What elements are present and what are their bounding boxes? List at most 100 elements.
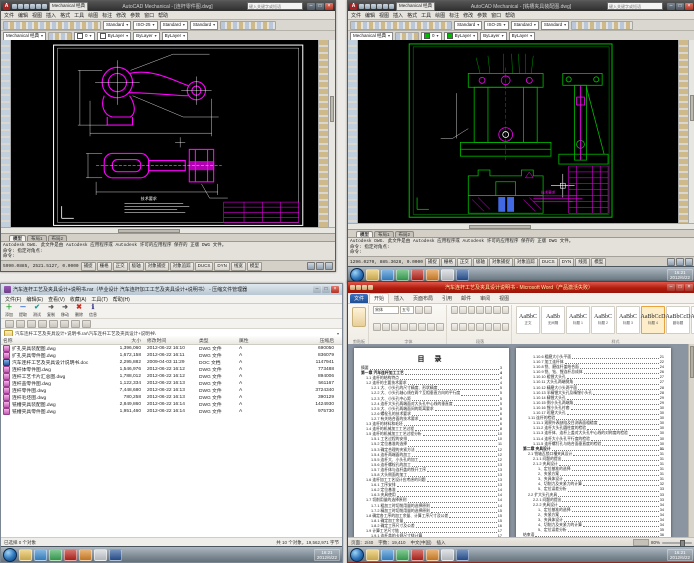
taskbar-icon-notepad[interactable] (94, 548, 107, 561)
taskbar-icon-notepad[interactable] (441, 548, 454, 561)
style-chip-标题 1[interactable]: AaBbC 标题 1 (566, 306, 590, 334)
minimize-button[interactable]: – (667, 2, 675, 10)
archive-toolbar[interactable]: ＋添加 －提取 ✔ 测试 ➜ 复制 ➜ 移动 ✖ 删除 ℹ 信息 (1, 304, 342, 319)
text-style-dropdown[interactable]: Standard ▾ (454, 20, 483, 30)
cad-left-canvas[interactable]: 技术要求 (11, 40, 318, 228)
table-row[interactable]: 扩孔夹具零件图.dwg 1,672,158 2012-06-22 16:11 DWG … (1, 352, 342, 359)
align-right-icon[interactable] (467, 322, 476, 331)
taskbar-icon-archive[interactable] (426, 268, 439, 281)
shading-icon[interactable] (493, 322, 501, 331)
list-item[interactable]: 捕捉 (80, 261, 96, 271)
infocenter-search-input[interactable] (247, 2, 303, 10)
list-item[interactable]: 格式 (60, 12, 70, 19)
order-toolbar-icons[interactable] (571, 20, 634, 30)
order-toolbar-icons[interactable] (220, 20, 277, 30)
mode-buttons[interactable]: 捕捉 栅格 正交 极轴 对象捕捉 对象追踪 DUCS DYN 线宽 模型 (80, 261, 262, 271)
list-item[interactable]: 参数 (130, 12, 140, 19)
tab-开始[interactable]: 开始 (369, 293, 390, 303)
cad-right-toolbar-standard[interactable]: Standard ▾ ISO-25 ▾ Standard ▾ Standard ▾ (348, 20, 694, 31)
window-controls[interactable]: – □ × (313, 286, 339, 293)
subscript-icon[interactable] (409, 322, 417, 331)
list-item[interactable]: 修改 (463, 12, 473, 19)
list-item[interactable]: 对象追踪 (169, 261, 194, 271)
taskbar-icon-acrobat[interactable] (64, 548, 77, 561)
standard-toolbar-icons[interactable] (3, 20, 101, 30)
font-color-icon[interactable] (436, 322, 444, 331)
highlight-icon[interactable] (427, 322, 435, 331)
table-row[interactable]: 连杆盖零件图.dwg 1,122,334 2012-06-22 16:13 DWG 文… (1, 380, 342, 387)
taskbar-icon-acrobat[interactable] (411, 548, 424, 561)
list-item[interactable]: 视图 (379, 12, 389, 19)
table-row[interactable]: 扩孔夹具装配图.dwg 1,396,060 2012-06-22 16:10 DWG … (1, 345, 342, 352)
list-item[interactable]: 插入 (46, 12, 56, 19)
list-item[interactable]: 工具(T) (91, 296, 107, 303)
mleader-style-dropdown[interactable]: Standard ▾ (189, 20, 219, 30)
close-button[interactable]: × (685, 284, 693, 291)
taskbar-icon-ie[interactable] (34, 548, 47, 561)
taskbar-icon-word[interactable] (456, 268, 469, 281)
decrease-indent-icon[interactable] (476, 306, 484, 314)
style-chip-标题 2[interactable]: AaBbC 标题 2 (591, 306, 615, 334)
archive-menubar[interactable]: 文件(F) 编辑(E) 查看(V) 收藏(A) 工具(T) 帮助(H) (1, 295, 342, 304)
autocad-logo-icon[interactable]: A (350, 2, 357, 10)
insert-mode[interactable]: 插入 (437, 540, 446, 546)
taskbar[interactable]: 16:21 2012/6/22 (348, 546, 694, 562)
bold-icon[interactable] (373, 322, 381, 331)
toolbar-button-移动[interactable]: ➜ 移动 (61, 304, 69, 318)
document-page-left[interactable]: 目 录 摘要 3 第一章 汽车连杆加工工艺 4 1.1 连杆的结构特点 4 1.2 连杆的主… (354, 348, 509, 538)
table-style-dropdown[interactable]: Standard ▾ (510, 20, 539, 30)
toolbar-button-复制[interactable]: ➜ 复制 (47, 304, 55, 318)
cad-right-titlebar[interactable]: A Mechanical 经典 AutoCAD Mechanical - [铣槽… (348, 1, 694, 11)
ribbon-tab-bar[interactable]: 文件 开始 插入 页面布局 引用 邮件 审阅 视图 (348, 293, 694, 304)
close-button[interactable]: × (331, 286, 339, 293)
list-item[interactable]: 文件(F) (5, 296, 21, 303)
taskbar-icon-archive[interactable] (79, 548, 92, 561)
taskbar-icon-explorer[interactable] (366, 548, 379, 561)
minimize-button[interactable]: – (313, 286, 321, 293)
taskbar-clock[interactable]: 16:21 2012/6/22 (666, 548, 693, 561)
font-size-dropdown[interactable]: 五号 (400, 306, 414, 314)
list-item[interactable]: 线宽 (230, 261, 246, 271)
tab-引用[interactable]: 引用 (438, 294, 456, 303)
table-row[interactable]: 连杆毛坯图.dwg 780,258 2012-06-22 16:13 DWG 文件 A 3… (1, 394, 342, 401)
cad-left-menubar[interactable]: 文件 编辑 视图 插入 格式 工具 绘图 标注 修改 参数 窗口 帮助 (1, 11, 335, 20)
draw-toolbar-vertical[interactable] (348, 40, 358, 224)
quick-access-toolbar[interactable] (350, 285, 373, 290)
list-item[interactable]: DYN (214, 261, 230, 271)
maximize-button[interactable]: □ (676, 284, 684, 291)
system-tray[interactable]: 16:21 2012/6/22 (313, 548, 340, 561)
numbering-icon[interactable] (459, 306, 467, 314)
infocenter-search-input[interactable] (607, 2, 663, 10)
superscript-icon[interactable] (418, 322, 426, 331)
taskbar-icon-autocad[interactable] (396, 548, 409, 561)
maximize-button[interactable]: □ (322, 286, 330, 293)
style-chip-正文[interactable]: AaBbC 正文 (516, 306, 540, 334)
list-item[interactable]: 工具 (421, 12, 431, 19)
archive-file-list[interactable]: 名称 大小 修改时间 类型 属性 压缩后 扩孔夹具装配图.dwg 1,396,060 2012-… (1, 336, 342, 538)
font-name-dropdown[interactable]: 宋体 (373, 306, 399, 314)
style-chip-副标题[interactable]: AaBbCcD 副标题 (666, 306, 691, 334)
borders-icon[interactable] (501, 322, 509, 331)
tab-邮件[interactable]: 邮件 (457, 294, 475, 303)
increase-indent-icon[interactable] (484, 306, 493, 314)
modify-toolbar-vertical[interactable] (678, 40, 688, 224)
sort-icon[interactable] (493, 306, 501, 314)
list-item[interactable]: 栅格 (96, 261, 112, 271)
minimize-button[interactable]: – (667, 284, 675, 291)
close-button[interactable]: × (685, 2, 693, 10)
word-vscrollbar[interactable] (688, 344, 694, 538)
taskbar[interactable]: 16:21 2012/6/22 (1, 546, 342, 562)
taskbar-icon-explorer[interactable] (19, 548, 32, 561)
minimize-button[interactable]: – (307, 2, 315, 10)
archive-quick-toolbar[interactable] (1, 319, 342, 329)
dim-style-dropdown[interactable]: ISO-25 ▾ (133, 20, 158, 30)
list-item[interactable]: 编辑 (18, 12, 28, 19)
file-list-header[interactable]: 名称 大小 修改时间 类型 属性 压缩后 (1, 336, 342, 345)
document-area[interactable]: 目 录 摘要 3 第一章 汽车连杆加工工艺 4 1.1 连杆的结构特点 4 1.2 连杆的主… (348, 344, 694, 538)
table-row[interactable]: 连杆零件图.dwg 7,448,680 2012-06-22 16:13 DWG 文件… (1, 387, 342, 394)
word-count[interactable]: 字数：19,410 (378, 540, 405, 546)
mleader-style-dropdown[interactable]: Standard ▾ (540, 20, 570, 30)
list-item[interactable]: 收藏(A) (70, 296, 87, 303)
toolbar-button-提取[interactable]: －提取 (19, 304, 27, 318)
tab-文件[interactable]: 文件 (350, 294, 369, 303)
